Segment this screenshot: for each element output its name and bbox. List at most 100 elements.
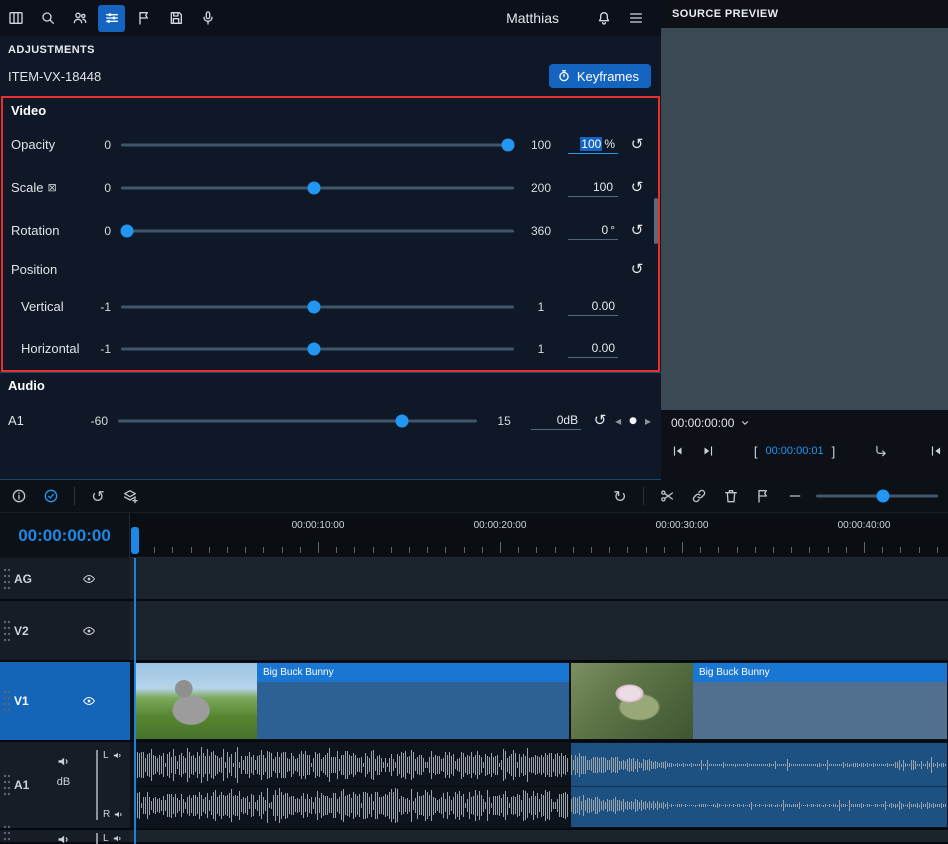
delete-trash-icon[interactable] <box>718 483 744 509</box>
scale-input[interactable]: 100 <box>568 179 618 197</box>
mic-icon[interactable] <box>194 5 221 32</box>
keyframes-button-label: Keyframes <box>577 69 639 84</box>
panels-icon[interactable] <box>2 5 29 32</box>
video-clip-2[interactable]: Big Buck Bunny <box>571 663 947 739</box>
search-icon[interactable] <box>34 5 61 32</box>
prev-keyframe-icon[interactable]: ◂ <box>615 414 621 428</box>
audio-clip-1[interactable] <box>135 743 569 827</box>
opacity-input[interactable]: 100% <box>568 136 618 154</box>
track-v2-header[interactable]: V2 <box>0 601 130 660</box>
position-row: Position ↺ <box>3 252 658 286</box>
track-v2-label: V2 <box>14 624 29 638</box>
approve-check-icon[interactable] <box>38 483 64 509</box>
track-ag-content[interactable] <box>130 558 948 599</box>
history-icon[interactable]: ↻ <box>607 483 633 509</box>
clip-thumbnail <box>135 663 257 739</box>
track-v1-content[interactable]: Big Buck Bunny Big Buck Bunny <box>130 662 948 740</box>
track-a1-content[interactable] <box>130 742 948 828</box>
track-v1-label: V1 <box>14 694 29 708</box>
track-a2-mute-speaker-icon[interactable] <box>56 832 71 844</box>
rotation-slider[interactable] <box>121 223 514 239</box>
next-keyframe-icon[interactable]: ▸ <box>645 414 651 428</box>
vertical-input[interactable]: 0.00 <box>568 298 618 316</box>
track-ag-visibility-eye-icon[interactable] <box>80 572 98 585</box>
step-forward-icon[interactable] <box>699 442 717 460</box>
horizontal-input[interactable]: 0.00 <box>568 340 618 358</box>
track-v1-visibility-eye-icon[interactable] <box>80 695 98 708</box>
audio-section-title: Audio <box>0 373 661 399</box>
keyframe-dot-icon[interactable]: ● <box>629 416 637 426</box>
drag-grip-icon[interactable] <box>3 689 10 713</box>
track-a1-header[interactable]: A1 dB L R <box>0 742 130 828</box>
track-a1-mute-speaker-icon[interactable] <box>56 754 71 769</box>
position-label: Position <box>11 262 77 277</box>
drag-grip-icon[interactable] <box>3 567 10 591</box>
track-ag-header[interactable]: AG <box>0 558 130 599</box>
zoom-out-icon[interactable] <box>782 483 808 509</box>
a1-reset-button[interactable]: ↺ <box>589 413 611 428</box>
go-to-start-icon[interactable] <box>927 442 945 460</box>
adjustments-icon[interactable] <box>98 5 125 32</box>
channel-left-speaker-icon[interactable] <box>112 833 123 844</box>
source-preview-viewport[interactable] <box>661 28 948 410</box>
add-track-icon[interactable] <box>117 483 143 509</box>
a1-gain-row: A1 -60 15 0dB ↺ ◂ ● ▸ <box>0 399 661 442</box>
subclip-timecode[interactable]: 00:00:00:01 <box>766 445 824 457</box>
cut-scissors-icon[interactable] <box>654 483 680 509</box>
vertical-row: Vertical -1 1 0.00 ↺ <box>3 286 658 327</box>
channel-left-speaker-icon[interactable] <box>112 750 123 761</box>
top-toolbar: Matthias <box>0 0 661 36</box>
users-icon[interactable] <box>66 5 93 32</box>
save-icon[interactable] <box>162 5 189 32</box>
horizontal-max: 1 <box>518 342 564 356</box>
track-v2-content[interactable] <box>130 601 948 660</box>
timeline-zoom-slider[interactable] <box>816 488 938 504</box>
waveform-right-channel <box>135 786 569 824</box>
panel-scrollbar[interactable] <box>654 198 658 244</box>
rotation-input[interactable]: 0° <box>568 222 618 240</box>
vertical-slider[interactable] <box>121 299 514 315</box>
scale-link-icon[interactable]: ⊠ <box>48 181 57 194</box>
user-menu[interactable]: Matthias <box>506 10 559 26</box>
info-icon[interactable] <box>6 483 32 509</box>
a1-gain-slider[interactable] <box>118 413 477 429</box>
horizontal-slider[interactable] <box>121 341 514 357</box>
step-back-icon[interactable] <box>669 442 687 460</box>
mark-in-button[interactable]: [ <box>754 444 758 459</box>
keyframes-button[interactable]: Keyframes <box>549 64 651 88</box>
scale-slider[interactable] <box>121 180 514 196</box>
opacity-label: Opacity <box>11 137 77 152</box>
track-v2-visibility-eye-icon[interactable] <box>80 624 98 637</box>
drag-grip-icon[interactable] <box>3 619 10 643</box>
notifications-bell-icon[interactable] <box>591 5 617 31</box>
track-a2-header[interactable]: L <box>0 830 130 842</box>
audio-clip-2[interactable] <box>571 743 947 827</box>
link-icon[interactable] <box>686 483 712 509</box>
a1-gain-input[interactable]: 0dB <box>531 412 581 430</box>
position-reset-button[interactable]: ↺ <box>626 262 648 277</box>
vertical-min: -1 <box>77 300 111 314</box>
rotation-reset-button[interactable]: ↺ <box>626 223 648 238</box>
track-v1-header[interactable]: V1 <box>0 662 130 740</box>
marker-icon[interactable] <box>130 5 157 32</box>
opacity-slider[interactable] <box>121 137 514 153</box>
waveform-left-channel <box>571 746 947 784</box>
mark-out-button[interactable]: ] <box>832 444 836 459</box>
a1-max: 15 <box>481 414 527 428</box>
playhead-handle[interactable] <box>131 527 139 554</box>
timeline-ruler[interactable]: 00:00:00:00 00:00:10:0000:00:20:0000:00:… <box>0 513 948 558</box>
channel-right-speaker-icon[interactable] <box>113 809 124 820</box>
timeline-marker-icon[interactable] <box>750 483 776 509</box>
undo-icon[interactable]: ↺ <box>85 483 111 509</box>
source-timecode-dropdown[interactable]: 00:00:00:00 <box>661 410 948 436</box>
video-clip-1[interactable]: Big Buck Bunny <box>135 663 569 739</box>
drag-grip-icon[interactable] <box>3 773 10 797</box>
a1-min: -60 <box>74 414 108 428</box>
track-a2-content[interactable] <box>130 830 948 842</box>
drag-grip-icon[interactable] <box>3 824 10 844</box>
item-id: ITEM-VX-18448 <box>8 69 101 84</box>
scale-reset-button[interactable]: ↺ <box>626 180 648 195</box>
opacity-reset-button[interactable]: ↺ <box>626 137 648 152</box>
menu-icon[interactable] <box>623 5 649 31</box>
create-subclip-icon[interactable] <box>872 442 890 460</box>
